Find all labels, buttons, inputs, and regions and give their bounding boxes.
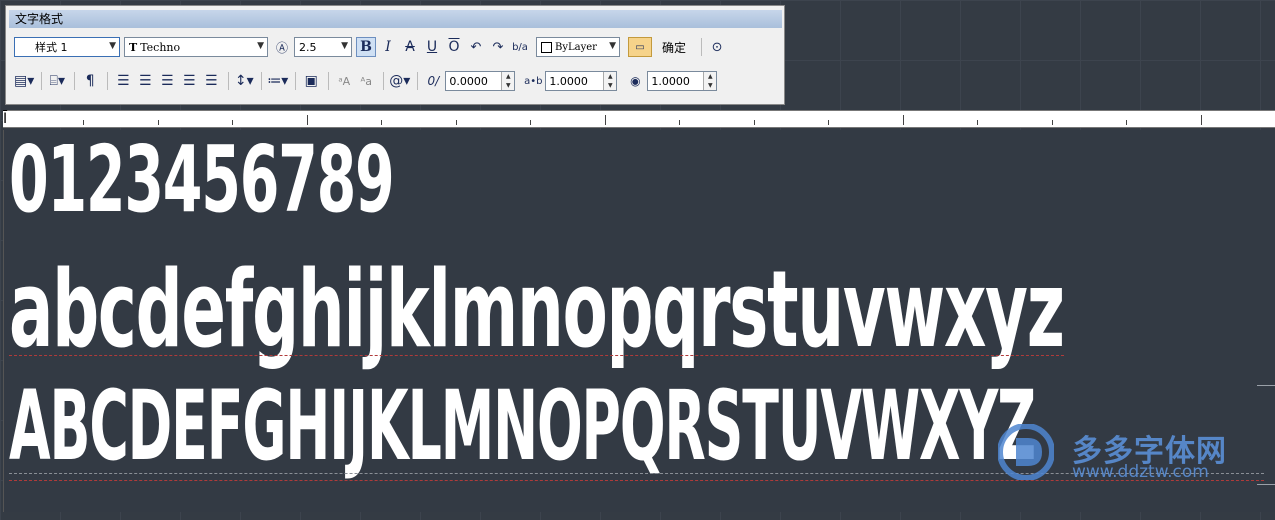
spinner-icon[interactable]: ▲ ▼: [603, 72, 617, 90]
paragraph-icon[interactable]: ¶: [80, 71, 100, 91]
line-spacing-icon[interactable]: ↕▾: [234, 71, 254, 91]
ruler-tick: [232, 120, 233, 125]
align-right-icon[interactable]: ☰: [157, 71, 177, 91]
tracking-icon: a•b: [524, 75, 543, 87]
chevron-down-icon: ▼: [257, 41, 264, 51]
indent-marker-icon[interactable]: Ī: [3, 111, 7, 127]
toolbar-title[interactable]: 文字格式: [9, 10, 782, 28]
toolbar-row-format: 样式 1 ▼ T Techno ▼ Ⓐ 2.5 ▼ B I A U O ↶ ↷ …: [14, 36, 729, 58]
oblique-angle-input[interactable]: 0.0000 ▲ ▼: [445, 71, 516, 91]
text-height-select[interactable]: 2.5 ▼: [294, 37, 352, 57]
align-left-icon[interactable]: ☰: [113, 71, 133, 91]
options-icon[interactable]: ⊙: [707, 37, 727, 57]
font-select[interactable]: T Techno ▼: [124, 37, 268, 57]
watermark-logo-icon: [998, 424, 1054, 480]
sample-uppercase[interactable]: ABCDEFGHIJKLMNOPQRSTUVWXYZ: [9, 370, 1036, 482]
symbol-icon[interactable]: @▾: [389, 71, 410, 91]
numbering-icon[interactable]: ≔▾: [267, 71, 288, 91]
ruler-tick: [158, 120, 159, 125]
text-formatting-toolbar: 文字格式 样式 1 ▼ T Techno ▼ Ⓐ 2.5 ▼ B I A U O…: [5, 5, 785, 105]
ruler-tick: [605, 115, 606, 125]
toolbar-separator: [74, 72, 76, 90]
color-select-value: ByLayer: [555, 41, 597, 53]
toolbar-separator: [701, 38, 703, 56]
text-cursor-bracket: [1257, 385, 1275, 485]
chevron-down-icon: ▼: [609, 41, 616, 51]
tracking-value: 1.0000: [549, 74, 588, 88]
width-factor-value: 1.0000: [651, 74, 690, 88]
columns-icon[interactable]: ▤▾: [14, 71, 34, 91]
font-select-value: Techno: [140, 40, 181, 54]
watermark: 多多字体网 www.ddztw.com: [998, 424, 1258, 484]
toolbar-separator: [295, 72, 297, 90]
justify-icon[interactable]: ☰: [179, 71, 199, 91]
ruler-tick: [1052, 120, 1053, 125]
spinner-icon[interactable]: ▲ ▼: [703, 72, 717, 90]
chevron-down-icon: ▼: [341, 41, 348, 51]
ruler-tick: [977, 120, 978, 125]
toolbar-separator: [383, 72, 385, 90]
ruler-tick: [1201, 115, 1202, 125]
underline-icon[interactable]: U: [422, 37, 442, 57]
width-factor-input[interactable]: 1.0000 ▲ ▼: [647, 71, 718, 91]
ruler-tick: [828, 120, 829, 125]
color-select[interactable]: ByLayer ▼: [536, 37, 620, 57]
toolbar-separator: [107, 72, 109, 90]
ruler-tick: [381, 120, 382, 125]
ruler-tick: [530, 120, 531, 125]
ruler-tick: [307, 115, 308, 125]
sample-lowercase[interactable]: abcdefghijklmnopqrstuvwxyz: [9, 248, 1065, 371]
insert-field-icon[interactable]: ▣: [301, 71, 321, 91]
strikethrough-icon[interactable]: A: [400, 37, 420, 57]
text-height-value: 2.5: [299, 40, 317, 54]
ruler-icon[interactable]: ▭: [628, 37, 652, 57]
text-style-select[interactable]: 样式 1 ▼: [14, 37, 120, 57]
chevron-down-icon: ▼: [109, 41, 116, 51]
ruler-tick: [903, 115, 904, 125]
text-style-value: 样式 1: [35, 41, 68, 54]
ruler-tick: [1126, 120, 1127, 125]
oblique-angle-value: 0.0000: [449, 74, 488, 88]
width-factor-icon: ◉: [630, 74, 641, 88]
toolbar-separator: [417, 72, 419, 90]
spinner-icon[interactable]: ▲ ▼: [501, 72, 515, 90]
truetype-font-icon: T: [129, 40, 138, 54]
annotative-icon[interactable]: Ⓐ: [272, 37, 292, 57]
redo-icon[interactable]: ↷: [488, 37, 508, 57]
ruler-tick: [83, 120, 84, 125]
oblique-icon: 0/: [427, 74, 440, 88]
overline-icon[interactable]: O: [444, 37, 464, 57]
color-swatch-icon: [541, 41, 552, 53]
toolbar-separator: [41, 72, 43, 90]
bold-icon[interactable]: B: [356, 37, 376, 57]
ok-button[interactable]: 确定: [654, 37, 694, 57]
watermark-url: www.ddztw.com: [1072, 462, 1209, 482]
toolbar-separator: [261, 72, 263, 90]
ruler-tick: [679, 120, 680, 125]
mtext-justify-icon[interactable]: ⌸▾: [47, 71, 67, 91]
line-guide: [9, 355, 1064, 356]
undo-icon[interactable]: ↶: [466, 37, 486, 57]
tracking-input[interactable]: 1.0000 ▲ ▼: [545, 71, 618, 91]
uppercase-icon[interactable]: ᵃA: [334, 71, 354, 91]
toolbar-separator: [228, 72, 230, 90]
sample-digits[interactable]: 0123456789: [9, 126, 395, 233]
distribute-icon[interactable]: ☰: [201, 71, 221, 91]
ruler-tick: [754, 120, 755, 125]
align-center-icon[interactable]: ☰: [135, 71, 155, 91]
toolbar-separator: [328, 72, 330, 90]
lowercase-icon[interactable]: ᴬa: [356, 71, 376, 91]
ruler-tick: [456, 120, 457, 125]
italic-icon[interactable]: I: [378, 37, 398, 57]
stack-icon[interactable]: b/a: [510, 37, 530, 57]
toolbar-row-paragraph: ▤▾ ⌸▾ ¶ ☰ ☰ ☰ ☰ ☰ ↕▾ ≔▾ ▣ ᵃA ᴬa @▾ 0/ 0.…: [14, 70, 718, 92]
